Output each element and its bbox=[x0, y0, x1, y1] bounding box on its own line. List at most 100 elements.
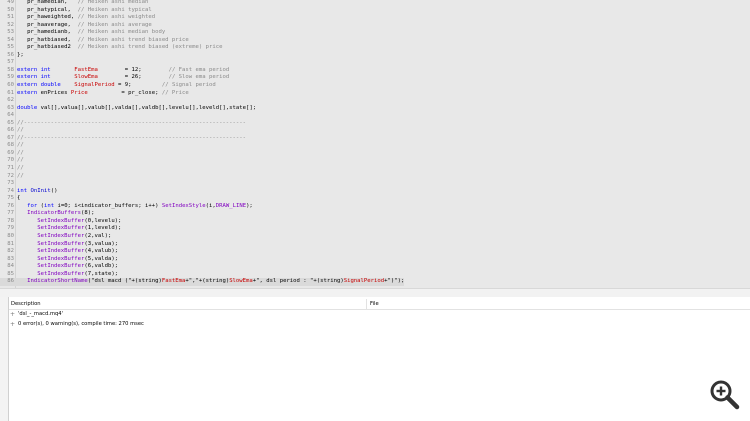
expand-icon[interactable]: + bbox=[10, 320, 15, 329]
line-number: 66 bbox=[7, 127, 14, 134]
code-line[interactable]: 57 bbox=[0, 59, 404, 67]
code-line[interactable]: 78 SetIndexBuffer(0,levelu); bbox=[0, 218, 404, 226]
code-line[interactable]: 51 pr_haweighted, // Heiken ashi weighte… bbox=[0, 14, 404, 22]
code-lines[interactable]: 49 pr_hamedian, // Heiken ashi median 50 … bbox=[0, 0, 405, 286]
code-line[interactable]: 67//------------------------------------… bbox=[0, 135, 404, 143]
code-line[interactable]: 53 pr_hamedianb, // Heiken ashi median b… bbox=[0, 29, 404, 37]
code-line[interactable]: 56}; bbox=[0, 52, 404, 60]
line-number: 79 bbox=[7, 225, 14, 232]
code-line[interactable]: 62 bbox=[0, 97, 404, 105]
code-token: // Signal period bbox=[161, 82, 216, 89]
code-line[interactable]: 66// bbox=[0, 127, 404, 135]
column-header-description[interactable]: Description bbox=[11, 301, 41, 307]
code-line[interactable]: 50 pr_hatypical, // Heiken ashi typical bbox=[0, 7, 404, 15]
code-line[interactable]: 69// bbox=[0, 150, 404, 158]
code-token: //--------------------------------------… bbox=[17, 119, 247, 126]
code-line[interactable]: 75{ bbox=[0, 195, 404, 203]
line-number: 76 bbox=[7, 202, 14, 209]
code-token: = 26; bbox=[97, 74, 169, 81]
line-number: 86 bbox=[7, 278, 14, 285]
column-separator[interactable] bbox=[366, 299, 367, 309]
code-line[interactable]: 54 pr_hatbiased, // Heiken ashi trend bi… bbox=[0, 37, 404, 45]
code-token: double bbox=[17, 104, 41, 111]
line-number: 58 bbox=[7, 66, 14, 73]
code-line[interactable]: 83 SetIndexBuffer(5,valda); bbox=[0, 256, 404, 264]
code-line[interactable]: 82 SetIndexBuffer(4,valub); bbox=[0, 248, 404, 256]
code-token: // Slow ema period bbox=[168, 74, 230, 81]
code-line[interactable]: 77 IndicatorBuffers(8); bbox=[0, 210, 404, 218]
code-line[interactable]: 81 SetIndexBuffer(3,valua); bbox=[0, 241, 404, 249]
line-number: 51 bbox=[7, 14, 14, 21]
toolbox-panel: Description File + 'dsl_-_macd.mq4' + 0 … bbox=[0, 297, 750, 421]
magnifier-plus-icon[interactable] bbox=[709, 379, 741, 411]
code-editor[interactable]: 49 pr_hamedian, // Heiken ashi median 50 … bbox=[0, 0, 750, 288]
code-line[interactable]: 80 SetIndexBuffer(2,val); bbox=[0, 233, 404, 241]
toolbox-row-file[interactable]: + 'dsl_-_macd.mq4' bbox=[9, 310, 750, 319]
code-token: SignalPeriod bbox=[74, 82, 115, 89]
column-header-file[interactable]: File bbox=[370, 301, 379, 307]
code-line[interactable]: 73 bbox=[0, 180, 404, 188]
scrollbar-thumb[interactable] bbox=[2, 290, 742, 295]
line-number: 53 bbox=[7, 29, 14, 36]
code-token: // Heiken ashi typical bbox=[77, 6, 152, 13]
toolbox-side-strip bbox=[0, 297, 9, 421]
code-token: = 12; bbox=[97, 66, 169, 73]
code-token: // Price bbox=[161, 89, 189, 96]
code-line[interactable]: 70// bbox=[0, 157, 404, 165]
code-token: SlowEma bbox=[229, 278, 253, 285]
line-number: 69 bbox=[7, 149, 14, 156]
code-token: FastEma bbox=[74, 66, 98, 73]
code-line[interactable]: 58 extern int FastEma = 12; // Fast ema p… bbox=[0, 67, 404, 75]
code-token: }; bbox=[17, 51, 24, 58]
code-token: (i, bbox=[205, 202, 216, 209]
code-token: (5,valda); bbox=[84, 255, 119, 262]
code-line[interactable]: 65//------------------------------------… bbox=[0, 120, 404, 128]
line-number: 55 bbox=[7, 44, 14, 51]
code-line[interactable]: 84 SetIndexBuffer(6,valdb); bbox=[0, 263, 404, 271]
code-token: extern int bbox=[17, 74, 75, 81]
code-token: DRAW_LINE bbox=[215, 202, 247, 209]
line-number: 54 bbox=[7, 36, 14, 43]
expand-icon[interactable]: + bbox=[10, 310, 15, 319]
code-token: for bbox=[27, 202, 41, 209]
line-number: 78 bbox=[7, 217, 14, 224]
code-line[interactable]: 76 for (int i=0; i<indicator_buffers; i+… bbox=[0, 203, 404, 211]
toolbox-row-summary[interactable]: + 0 error(s), 0 warning(s), compile time… bbox=[9, 320, 750, 329]
code-line[interactable]: 60 extern double SignalPeriod = 9; // Sig… bbox=[0, 82, 404, 90]
code-line[interactable]: 55 pr_hatbiased2 // Heiken ashi trend bi… bbox=[0, 44, 404, 52]
code-token: (1,leveld); bbox=[84, 225, 122, 232]
code-token: IndicatorShortName bbox=[27, 278, 88, 285]
code-token: // Heiken ashi median body bbox=[77, 29, 166, 36]
code-token: // bbox=[17, 142, 24, 149]
code-line[interactable]: 79 SetIndexBuffer(1,leveld); bbox=[0, 225, 404, 233]
line-number: 71 bbox=[7, 165, 14, 172]
line-number: 73 bbox=[7, 180, 14, 187]
code-line[interactable]: 63 double val[],valua[],valub[],valda[],v… bbox=[0, 105, 404, 113]
code-line[interactable]: 71// bbox=[0, 165, 404, 173]
line-number: 67 bbox=[7, 134, 14, 141]
code-line[interactable]: 61 extern enPrices Price = pr_close; // P… bbox=[0, 90, 404, 98]
code-token: enPrices bbox=[40, 89, 71, 96]
code-line[interactable]: 68// bbox=[0, 142, 404, 150]
code-token: +")"); bbox=[384, 278, 405, 285]
code-line[interactable]: 59 extern int SlowEma = 26; // Slow ema p… bbox=[0, 74, 404, 82]
code-line[interactable]: 52 pr_haaverage, // Heiken ashi average bbox=[0, 22, 404, 30]
line-number: 63 bbox=[7, 104, 14, 111]
code-token: int bbox=[43, 202, 58, 209]
code-token: (4,valub); bbox=[84, 248, 119, 255]
code-line[interactable]: 74 int OnInit() bbox=[0, 188, 404, 196]
line-number: 82 bbox=[7, 248, 14, 255]
line-number: 59 bbox=[7, 74, 14, 81]
code-token: // bbox=[17, 165, 24, 172]
code-line[interactable]: 86 IndicatorShortName("dsl macd ("+(stri… bbox=[0, 278, 405, 286]
code-token: Price bbox=[70, 89, 88, 96]
line-number: 83 bbox=[7, 255, 14, 262]
code-line[interactable]: 85 SetIndexBuffer(7,state); bbox=[0, 271, 404, 279]
code-line[interactable]: 72// bbox=[0, 173, 404, 181]
code-line[interactable]: 64 bbox=[0, 112, 404, 120]
code-token: // bbox=[17, 157, 24, 164]
